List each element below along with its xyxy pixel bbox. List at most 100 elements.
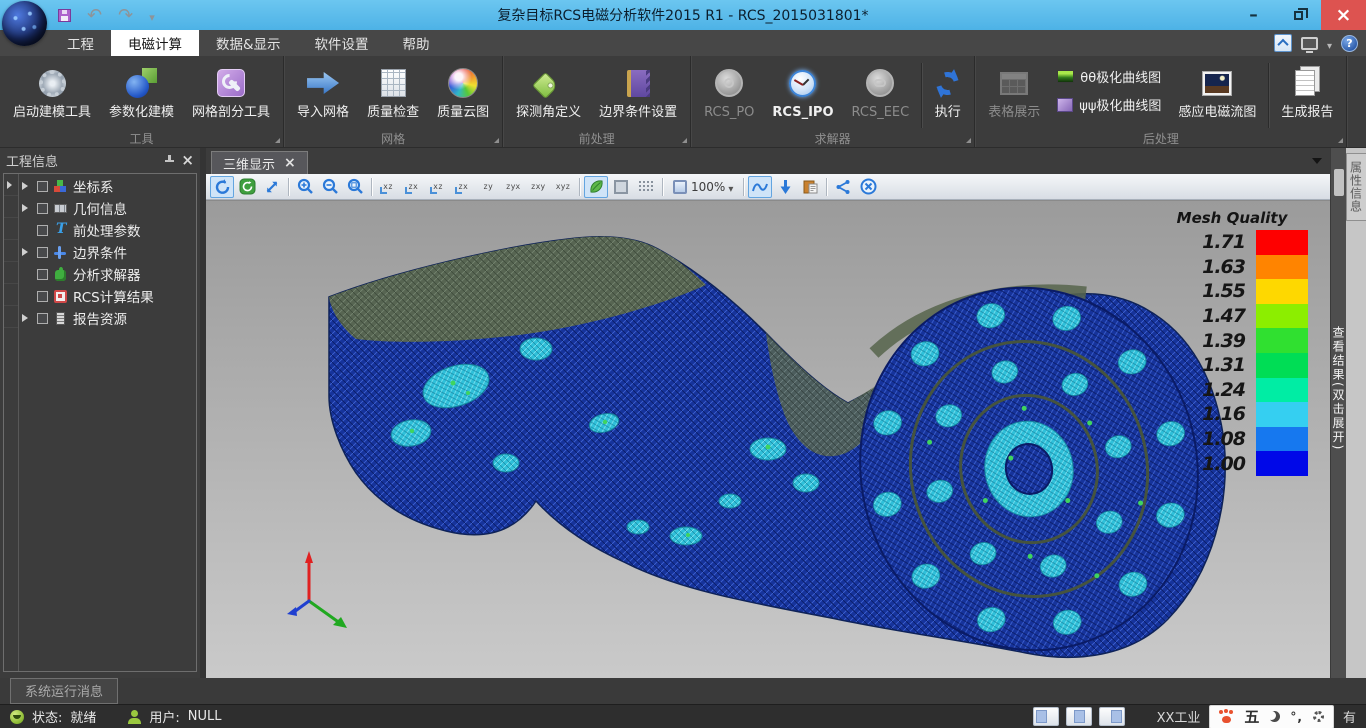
ime-halfwidth-moon-icon[interactable] (1269, 711, 1280, 722)
tree-item-preprocess-params[interactable]: 前处理参数 (19, 219, 196, 241)
checkbox[interactable] (37, 225, 48, 236)
wireframe-display-button[interactable] (609, 176, 633, 198)
tab-help[interactable]: 帮助 (386, 30, 447, 56)
view-orientation-button-4[interactable]: zx (451, 176, 475, 198)
mesh-partition-tool-button[interactable]: 网格剖分工具 (183, 63, 279, 122)
checkbox[interactable] (37, 181, 48, 192)
tree-item-geometry-info[interactable]: 几何信息 (19, 197, 196, 219)
collapse-ribbon-button[interactable] (1274, 34, 1292, 52)
geometry-icon (53, 201, 68, 216)
view-orientation-button-6[interactable]: zyx (501, 176, 525, 198)
save-icon[interactable] (58, 9, 71, 22)
zoom-out-button[interactable] (318, 176, 342, 198)
tab-close-icon[interactable] (284, 155, 296, 171)
quickbar-dropdown-icon[interactable] (149, 6, 155, 25)
zoom-window-button[interactable] (260, 176, 284, 198)
import-mesh-button[interactable]: 导入网格 (288, 63, 358, 122)
quality-check-button[interactable]: 质量检查 (358, 63, 428, 122)
execute-button[interactable]: 执行 (925, 63, 970, 122)
expand-arrow-icon[interactable] (22, 248, 32, 256)
tab-em-computation[interactable]: 电磁计算 (111, 30, 199, 56)
display-style-icon[interactable] (1301, 37, 1318, 50)
legend-value: 1.47 (1202, 305, 1245, 327)
clock-icon (789, 65, 816, 101)
tree-item-analysis-solver[interactable]: 分析求解器 (19, 263, 196, 285)
view-orientation-button-5[interactable]: zy (476, 176, 500, 198)
solver-rcs-ipo-button[interactable]: RCS_IPO (763, 63, 842, 122)
copy-icon (802, 179, 819, 195)
tree-item-coordinate-system[interactable]: 坐标系 (19, 175, 196, 197)
view-orientation-button-7[interactable]: zxy (526, 176, 550, 198)
sync-arrowhead (931, 82, 947, 98)
share-view-button[interactable] (831, 176, 855, 198)
close-view-button[interactable] (856, 176, 880, 198)
ime-punctuation-button[interactable]: °, (1290, 710, 1303, 724)
panel-close-icon[interactable] (181, 151, 194, 169)
legend-color-band (1256, 402, 1308, 427)
quality-cloud-map-button[interactable]: 质量云图 (428, 63, 498, 122)
download-view-button[interactable] (773, 176, 797, 198)
pin-icon[interactable] (164, 154, 175, 166)
points-display-button[interactable] (634, 176, 658, 198)
checkbox[interactable] (37, 313, 48, 324)
view-orientation-button-2[interactable]: zx (401, 176, 425, 198)
copy-view-button[interactable] (798, 176, 822, 198)
redo-icon[interactable] (118, 6, 133, 25)
boundary-condition-settings-button[interactable]: 边界条件设置 (590, 63, 686, 122)
user-label: 用户: (149, 707, 179, 726)
help-icon[interactable] (1341, 35, 1358, 52)
system-messages-collapsed-tab[interactable]: 系统运行消息 (10, 678, 118, 704)
zoom-in-button[interactable] (293, 176, 317, 198)
curve-display-button[interactable] (748, 176, 772, 198)
expand-arrow-icon[interactable] (22, 314, 32, 322)
tab-list-dropdown-icon[interactable] (1312, 158, 1322, 169)
gutter-cell[interactable] (4, 174, 18, 196)
zoom-fit-button[interactable] (343, 176, 367, 198)
zoom-level-dropdown-icon[interactable] (728, 177, 733, 196)
layout-right-button[interactable] (1099, 707, 1125, 726)
tree-item-rcs-results[interactable]: RCS计算结果 (19, 285, 196, 307)
scrollbar-thumb[interactable] (1334, 169, 1344, 196)
layout-middle-button[interactable] (1066, 707, 1092, 726)
probe-angle-define-button[interactable]: 探测角定义 (507, 63, 590, 122)
expand-arrow-icon[interactable] (22, 204, 32, 212)
shaded-display-button[interactable] (584, 176, 608, 198)
parametric-modeling-button[interactable]: 参数化建模 (100, 63, 183, 122)
checkbox[interactable] (37, 269, 48, 280)
property-info-collapsed-tab[interactable]: 属性信息 (1346, 153, 1366, 221)
tree-item-boundary-conditions[interactable]: 边界条件 (19, 241, 196, 263)
theta-polarization-curve-button[interactable]: θθ极化曲线图 (1057, 67, 1161, 86)
psi-polarization-curve-button[interactable]: ψψ极化曲线图 (1057, 95, 1161, 114)
checkbox[interactable] (37, 291, 48, 302)
tab-data-display[interactable]: 数据&显示 (199, 30, 298, 56)
ime-brand-paw-icon[interactable] (1219, 710, 1234, 723)
restore-button[interactable] (1276, 0, 1321, 30)
induced-em-current-map-button[interactable]: 感应电磁流图 (1169, 63, 1265, 122)
tab-3d-display[interactable]: 三维显示 (211, 151, 308, 174)
layout-left-button[interactable] (1033, 707, 1059, 726)
ime-mode-button[interactable]: 五 (1244, 706, 1259, 727)
tree-item-report-resources[interactable]: 报告资源 (19, 307, 196, 329)
minimize-button[interactable] (1231, 0, 1276, 30)
undo-icon[interactable] (87, 6, 102, 25)
checkbox[interactable] (37, 247, 48, 258)
close-button[interactable] (1321, 0, 1366, 30)
view-orientation-button-1[interactable]: xz (376, 176, 400, 198)
expand-arrow-icon[interactable] (22, 182, 32, 190)
app-logo[interactable] (2, 1, 47, 46)
3d-viewport[interactable]: Mesh Quality 1.71 1.63 1.55 1.47 1.39 1.… (206, 200, 1330, 678)
view-results-collapsed-tab[interactable]: 查看结果(双击展开) (1330, 148, 1346, 678)
tree-item-label: 坐标系 (73, 176, 114, 196)
tab-software-settings[interactable]: 软件设置 (298, 30, 386, 56)
checkbox[interactable] (37, 203, 48, 214)
zoom-level-control[interactable]: 100% (667, 176, 739, 198)
rotate-view-button[interactable] (210, 176, 234, 198)
launch-modeling-tool-button[interactable]: 启动建模工具 (4, 63, 100, 122)
view-orientation-button-3[interactable]: xz (426, 176, 450, 198)
generate-report-button[interactable]: 生成报告 (1272, 63, 1342, 122)
tab-project[interactable]: 工程 (50, 30, 111, 56)
display-style-dropdown-icon[interactable] (1327, 34, 1332, 53)
ime-settings-gear-icon[interactable] (1313, 711, 1324, 722)
pan-view-button[interactable] (235, 176, 259, 198)
view-orientation-button-8[interactable]: xyz (551, 176, 575, 198)
